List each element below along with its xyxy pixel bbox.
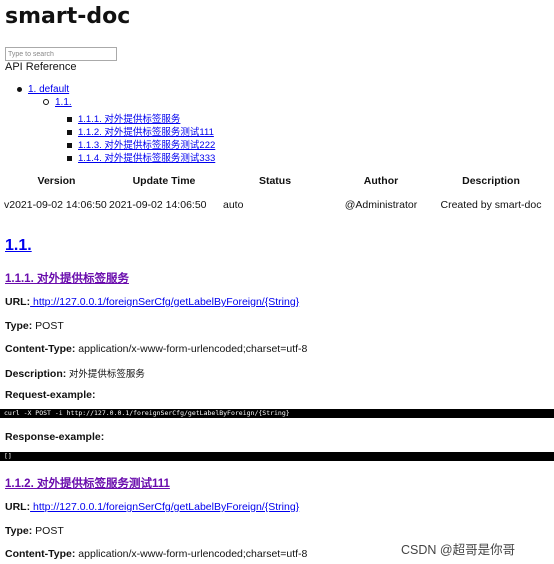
table-row: v2021-09-02 14:06:50 2021-09-02 14:06:50… [4,191,551,219]
column-header-version: Version [37,175,76,187]
type-value: POST [32,525,64,537]
description-value: 对外提供标签服务 [66,369,145,380]
type-label: Type: [5,525,33,537]
api-content-type-row: Content-Type: application/x-www-form-url… [5,548,307,560]
type-value: POST [32,320,64,332]
api-url-row: URL: http://127.0.0.1/foreignSerCfg/getL… [5,501,299,513]
response-example-label: Response-example: [5,431,105,443]
column-header-status: Status [258,175,292,187]
column-header-description: Description [462,175,520,187]
api-type-row: Type: POST [5,525,64,537]
api-heading-1-1-2[interactable]: 1.1.2. 对外提供标签服务测试111 [5,475,170,491]
content-type-label: Content-Type: [5,343,76,355]
column-header-update-time: Update Time [132,175,196,187]
table-header-row: Version Update Time Status Author Descri… [4,171,551,191]
api-url-link[interactable]: http://127.0.0.1/foreignSerCfg/getLabelB… [30,501,299,513]
square-bullet-icon [67,116,72,122]
cell-update-time: 2021-09-02 14:06:50 [109,199,207,211]
toc-item-default: 1. default [17,84,69,95]
cell-version: v2021-09-02 14:06:50 [4,199,107,211]
toc-link-1-1[interactable]: 1.1. [55,97,72,108]
url-label: URL: [5,501,31,513]
api-heading-1-1-1[interactable]: 1.1.1. 对外提供标签服务 [5,270,129,286]
disc-bullet-icon [17,86,22,92]
content-type-value: application/x-www-form-urlencoded;charse… [75,343,308,355]
description-label: Description: [5,368,67,380]
circle-bullet-icon [43,99,49,106]
watermark: CSDN @超哥是你哥 [401,543,516,557]
search-input[interactable] [5,47,117,61]
content-type-label: Content-Type: [5,548,76,560]
api-url-link[interactable]: http://127.0.0.1/foreignSerCfg/getLabelB… [30,296,299,308]
api-description-row: Description: 对外提供标签服务 [5,366,145,380]
version-table: Version Update Time Status Author Descri… [4,171,551,219]
section-heading-1-1[interactable]: 1.1. [5,237,32,255]
api-reference-label: API Reference [5,61,77,73]
type-label: Type: [5,320,33,332]
square-bullet-icon [67,155,72,161]
api-url-row: URL: http://127.0.0.1/foreignSerCfg/getL… [5,296,299,308]
api-type-row: Type: POST [5,320,64,332]
url-label: URL: [5,296,31,308]
cell-description: Created by smart-doc [440,199,542,211]
response-example-code: [] [0,452,554,461]
toc-item-1-1: 1.1. [43,97,72,108]
square-bullet-icon [67,142,72,148]
request-example-label: Request-example: [5,389,96,401]
toc-item-1-1-3: 1.1.3. 对外提供标签服务测试222 [67,137,215,151]
toc-item-1-1-2: 1.1.2. 对外提供标签服务测试111 [67,124,214,138]
toc-link-1-1-4[interactable]: 1.1.4. 对外提供标签服务测试333 [78,153,215,164]
toc-link-default[interactable]: 1. default [28,84,69,95]
square-bullet-icon [67,129,72,135]
api-content-type-row: Content-Type: application/x-www-form-url… [5,343,307,355]
content-type-value: application/x-www-form-urlencoded;charse… [75,548,308,560]
cell-author: @Administrator [344,199,418,211]
request-example-code: curl -X POST -i http://127.0.0.1/foreign… [0,409,554,418]
toc-item-1-1-4: 1.1.4. 对外提供标签服务测试333 [67,150,215,164]
page-title: smart-doc [5,4,131,29]
toc-item-1-1-1: 1.1.1. 对外提供标签服务 [67,111,180,125]
cell-status: auto [223,199,244,211]
column-header-author: Author [363,175,399,187]
